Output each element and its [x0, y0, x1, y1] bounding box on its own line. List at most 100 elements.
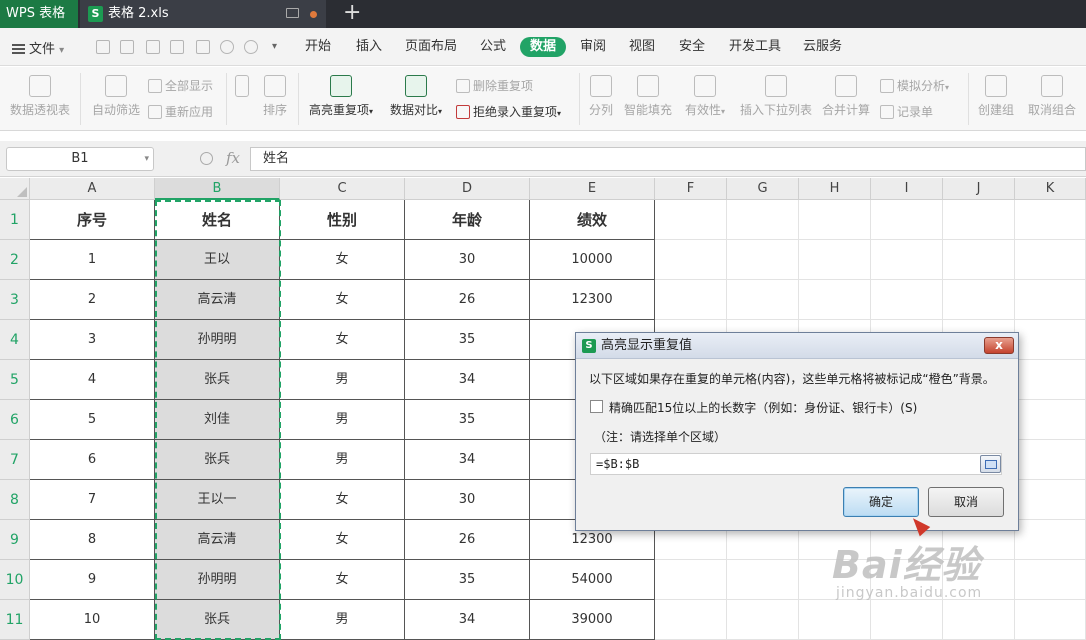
cell-a9[interactable]: 8: [30, 520, 155, 560]
cell-e11[interactable]: 39000: [530, 600, 655, 640]
cancel-button[interactable]: 取消: [928, 487, 1004, 517]
cell-d5[interactable]: 34: [405, 360, 530, 400]
column-header-d[interactable]: D: [405, 178, 530, 200]
app-tab[interactable]: WPS 表格: [0, 0, 78, 28]
tab-home[interactable]: 开始: [305, 38, 331, 56]
tab-review[interactable]: 审阅: [580, 38, 606, 56]
cell-f11[interactable]: [655, 600, 727, 640]
cell-d11[interactable]: 34: [405, 600, 530, 640]
cell-a2[interactable]: 1: [30, 240, 155, 280]
cell-f10[interactable]: [655, 560, 727, 600]
autofilter-button[interactable]: 自动筛选: [90, 75, 142, 118]
save-icon[interactable]: [120, 40, 134, 54]
reject-duplicates-button[interactable]: 拒绝录入重复项▾: [456, 103, 561, 120]
cell-b6[interactable]: 刘佳: [155, 400, 280, 440]
name-box[interactable]: B1 ▾: [6, 147, 154, 171]
smart-fill-button[interactable]: 智能填充: [622, 75, 674, 118]
data-compare-button[interactable]: 数据对比▾: [385, 75, 447, 118]
row-header-2[interactable]: 2: [0, 240, 30, 280]
cell-c9[interactable]: 女: [280, 520, 405, 560]
cell-b9[interactable]: 高云清: [155, 520, 280, 560]
cell-c11[interactable]: 男: [280, 600, 405, 640]
customize-arrow-icon[interactable]: ▾: [272, 38, 277, 56]
cell-a5[interactable]: 4: [30, 360, 155, 400]
cell-k6[interactable]: [1015, 400, 1086, 440]
column-header-h[interactable]: H: [799, 178, 871, 200]
tab-developer[interactable]: 开发工具: [729, 38, 781, 56]
formula-input[interactable]: 姓名: [250, 147, 1086, 171]
column-header-f[interactable]: F: [655, 178, 727, 200]
print-preview-icon[interactable]: [196, 40, 210, 54]
cell-i1[interactable]: [871, 200, 943, 240]
dialog-title-bar[interactable]: S 高亮显示重复值 x: [576, 333, 1018, 359]
new-tab-button[interactable]: +: [343, 2, 361, 24]
cell-k11[interactable]: [1015, 600, 1086, 640]
cell-a11[interactable]: 10: [30, 600, 155, 640]
tab-cloud[interactable]: 云服务: [803, 38, 842, 56]
split-column-button[interactable]: 分列: [586, 75, 616, 118]
sort-az-button[interactable]: [232, 75, 252, 101]
cell-e3[interactable]: 12300: [530, 280, 655, 320]
cell-k10[interactable]: [1015, 560, 1086, 600]
tab-view[interactable]: 视图: [629, 38, 655, 56]
file-menu[interactable]: 文件 ▾: [12, 38, 64, 57]
document-tab[interactable]: S 表格 2.xls: [80, 0, 326, 28]
cell-a8[interactable]: 7: [30, 480, 155, 520]
cell-j1[interactable]: [943, 200, 1015, 240]
cell-f1[interactable]: [655, 200, 727, 240]
cell-d7[interactable]: 34: [405, 440, 530, 480]
tab-security[interactable]: 安全: [679, 38, 705, 56]
cell-g1[interactable]: [727, 200, 799, 240]
cell-a6[interactable]: 5: [30, 400, 155, 440]
chevron-down-icon[interactable]: ▾: [144, 148, 149, 170]
pivot-table-button[interactable]: 数据透视表: [8, 75, 72, 118]
open-icon[interactable]: [96, 40, 110, 54]
cell-h1[interactable]: [799, 200, 871, 240]
cell-i3[interactable]: [871, 280, 943, 320]
cell-g10[interactable]: [727, 560, 799, 600]
cell-a7[interactable]: 6: [30, 440, 155, 480]
row-header-1[interactable]: 1: [0, 200, 30, 240]
cell-a3[interactable]: 2: [30, 280, 155, 320]
cell-d8[interactable]: 30: [405, 480, 530, 520]
tab-formula[interactable]: 公式: [480, 38, 506, 56]
long-number-checkbox-label[interactable]: 精确匹配15位以上的长数字（例如：身份证、银行卡）(S): [609, 399, 917, 416]
record-sheet-button[interactable]: 记录单: [880, 103, 933, 120]
cell-b8[interactable]: 王以一: [155, 480, 280, 520]
simulate-analysis-button[interactable]: 模拟分析▾: [880, 77, 949, 94]
cell-h3[interactable]: [799, 280, 871, 320]
validity-button[interactable]: 有效性▾: [681, 75, 729, 118]
column-header-c[interactable]: C: [280, 178, 405, 200]
long-number-checkbox[interactable]: [590, 400, 603, 413]
cell-k9[interactable]: [1015, 520, 1086, 560]
fx-icon[interactable]: fx: [226, 149, 240, 167]
reapply-button[interactable]: 重新应用: [148, 103, 213, 120]
cell-k5[interactable]: [1015, 360, 1086, 400]
cell-a1[interactable]: 序号: [30, 200, 155, 240]
range-input[interactable]: =$B:$B: [590, 453, 1002, 475]
cell-b3[interactable]: 高云清: [155, 280, 280, 320]
cell-b2[interactable]: 王以: [155, 240, 280, 280]
show-all-button[interactable]: 全部显示: [148, 77, 213, 94]
ok-button[interactable]: 确定: [843, 487, 919, 517]
cell-b1[interactable]: 姓名: [155, 200, 280, 240]
cell-d6[interactable]: 35: [405, 400, 530, 440]
insert-dropdown-button[interactable]: 插入下拉列表: [738, 75, 814, 118]
zoom-icon[interactable]: [200, 152, 213, 165]
ungroup-button[interactable]: 取消组合: [1024, 75, 1080, 118]
row-header-4[interactable]: 4: [0, 320, 30, 360]
cell-c2[interactable]: 女: [280, 240, 405, 280]
cell-g11[interactable]: [727, 600, 799, 640]
row-header-10[interactable]: 10: [0, 560, 30, 600]
create-group-button[interactable]: 创建组: [975, 75, 1017, 118]
cell-g2[interactable]: [727, 240, 799, 280]
cell-c7[interactable]: 男: [280, 440, 405, 480]
cell-b7[interactable]: 张兵: [155, 440, 280, 480]
cell-d2[interactable]: 30: [405, 240, 530, 280]
cell-k3[interactable]: [1015, 280, 1086, 320]
close-button[interactable]: x: [984, 337, 1014, 354]
merge-calc-button[interactable]: 合并计算: [820, 75, 872, 118]
column-header-j[interactable]: J: [943, 178, 1015, 200]
row-header-9[interactable]: 9: [0, 520, 30, 560]
cell-e10[interactable]: 54000: [530, 560, 655, 600]
